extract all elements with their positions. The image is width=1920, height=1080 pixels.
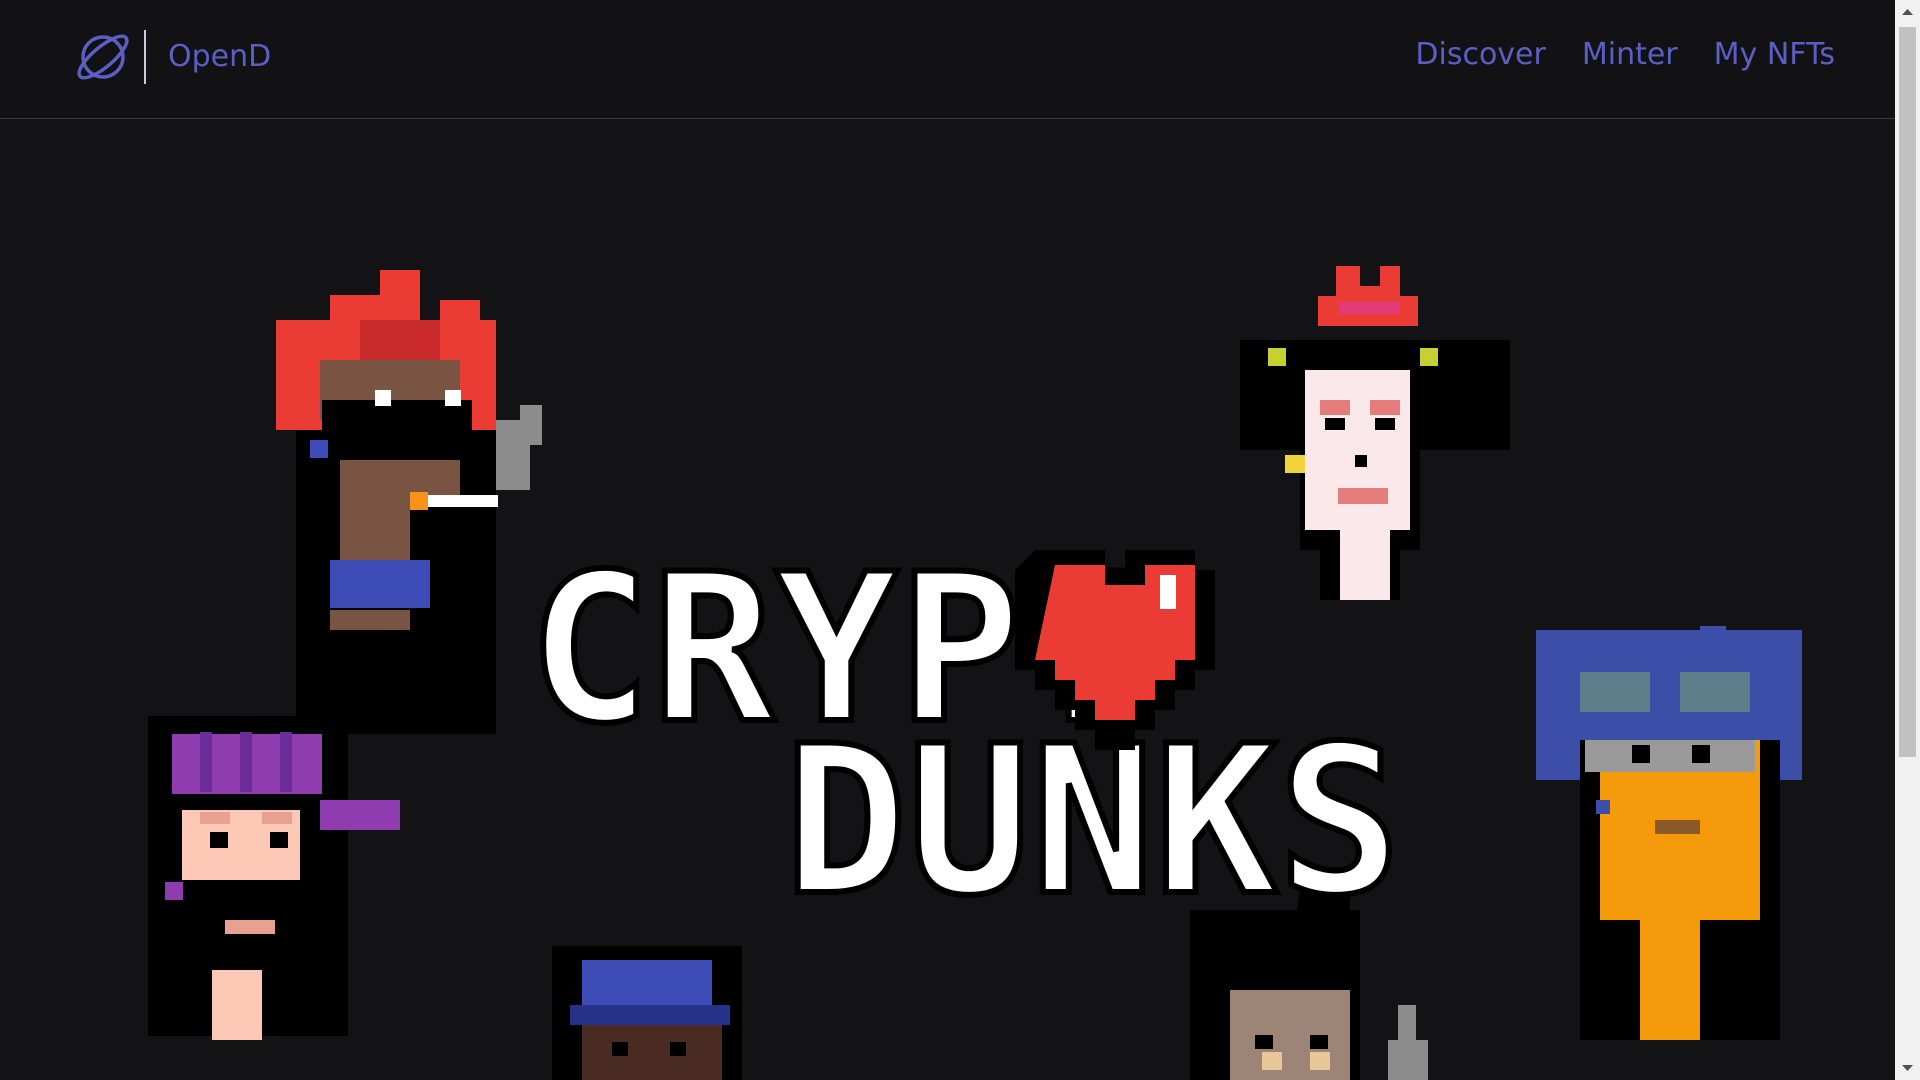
punk-horned-woman (1240, 266, 1510, 600)
hero-artwork: CRYPT DUNKS (148, 266, 1802, 1080)
brand-divider (144, 30, 146, 84)
punk-blue-hair (1536, 626, 1802, 1040)
brand[interactable]: OpenD (72, 26, 271, 88)
page: OpenD Discover Minter My NFTs CRYPT DUNK… (0, 0, 1920, 1080)
hero-banner: CRYPT DUNKS (0, 120, 1895, 1080)
punk-purple-cap (148, 716, 400, 1040)
punk-red-hair (276, 270, 542, 734)
crypto-dunks-logo: CRYPT DUNKS (525, 528, 1404, 944)
brand-name[interactable]: OpenD (168, 26, 271, 88)
scroll-thumb[interactable] (1899, 27, 1916, 757)
nav-link-discover[interactable]: Discover (1415, 37, 1545, 72)
nav-links: Discover Minter My NFTs (1379, 37, 1835, 72)
planet-icon (77, 34, 129, 80)
scroll-up-icon[interactable] (1895, 0, 1920, 25)
vertical-scrollbar[interactable] (1895, 0, 1920, 1080)
punk-blue-beanie (552, 946, 742, 1080)
nav-link-minter[interactable]: Minter (1582, 37, 1678, 72)
navbar: OpenD Discover Minter My NFTs (0, 0, 1895, 119)
scroll-down-icon[interactable] (1895, 1055, 1920, 1080)
nav-link-my-nfts[interactable]: My NFTs (1714, 37, 1835, 72)
